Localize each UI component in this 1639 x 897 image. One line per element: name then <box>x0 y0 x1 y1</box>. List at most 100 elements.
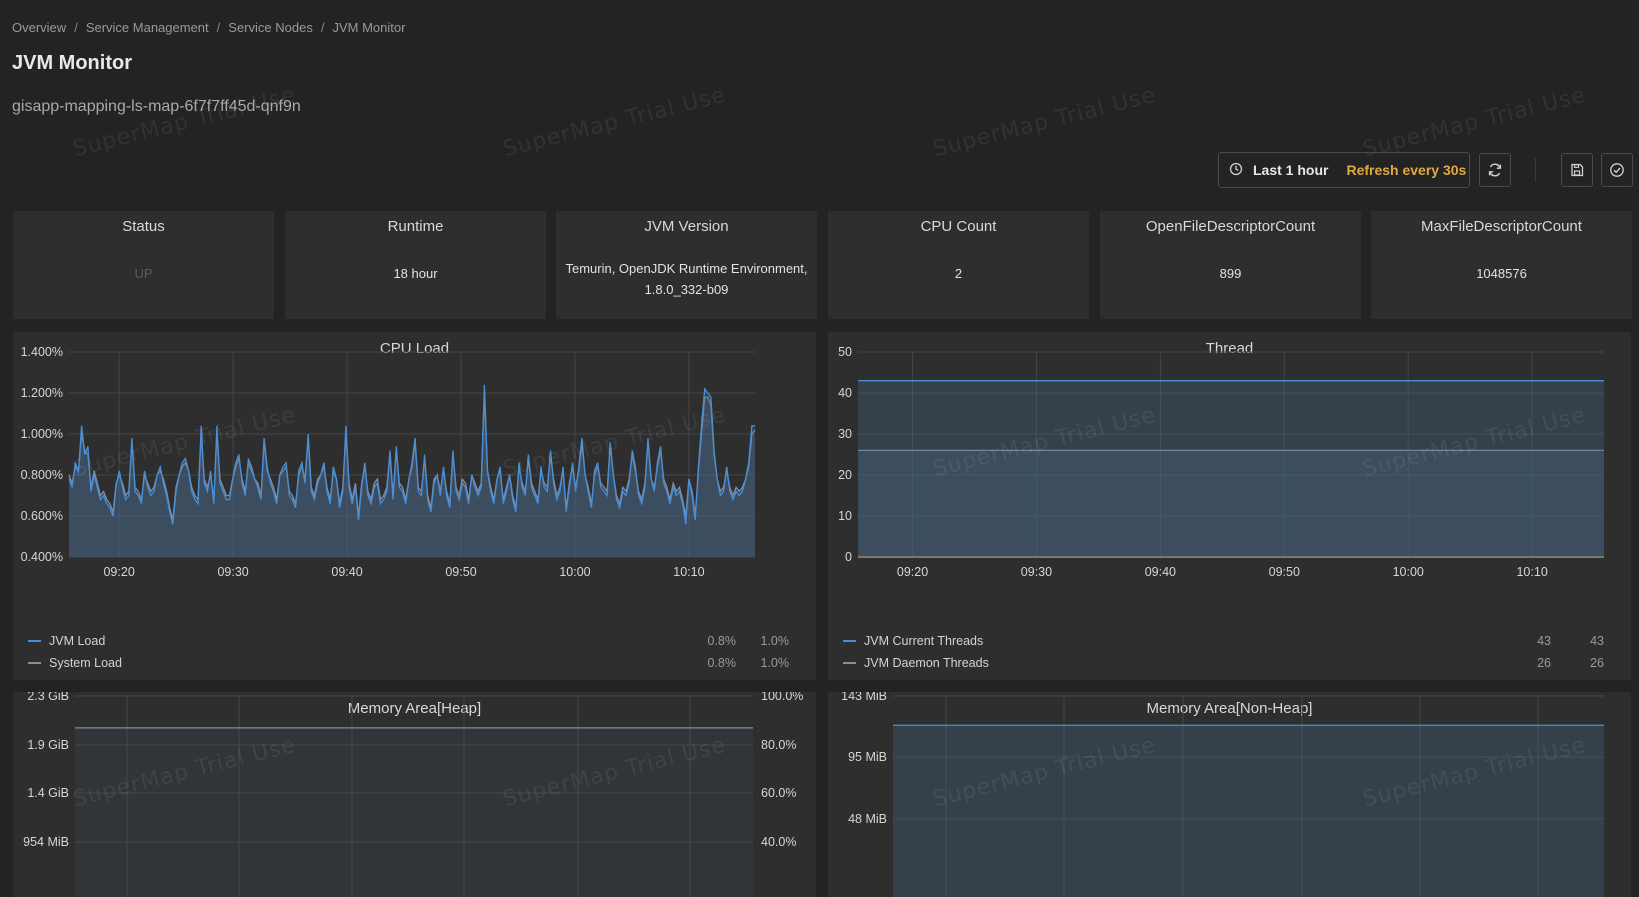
y-tick-label: 954 MiB <box>23 835 69 849</box>
refresh-interval-label: Refresh every 30s <box>1346 162 1467 178</box>
x-tick-label: 09:40 <box>331 565 362 579</box>
y-tick-label: 40 <box>838 386 852 400</box>
memory-heap-chart: 954 MiB 40.0% 1.4 GiB 60.0% 1.9 GiB 80.0% 2.3 … <box>23 692 803 897</box>
breadcrumb-separator: / <box>216 20 221 35</box>
thread-chart: 0 10 20 30 40 50 09:20 09:30 09:40 09:50 10:00 10:1… <box>838 345 1604 579</box>
legend-current: 26 <box>1590 656 1604 670</box>
y-tick-label: 48 MiB <box>848 812 887 826</box>
legend-item-jvm-load[interactable]: JVM Load <box>28 634 105 648</box>
time-range-picker[interactable]: Last 1 hour Refresh every 30s <box>1218 152 1470 188</box>
breadcrumb-service-nodes[interactable]: Service Nodes <box>228 20 313 35</box>
y-tick-label: 1.000% <box>21 427 63 441</box>
cpu-count-value: 2 <box>954 266 963 281</box>
y2-tick-label: 60.0% <box>761 786 796 800</box>
breadcrumb-jvm-monitor: JVM Monitor <box>332 20 406 35</box>
y-tick-label: 20 <box>838 468 852 482</box>
legend-avg: 0.8% <box>707 656 737 670</box>
apply-button[interactable] <box>1601 153 1633 187</box>
x-tick-label: 09:30 <box>217 565 248 579</box>
x-tick-label: 09:20 <box>103 565 134 579</box>
y-tick-label: 0.800% <box>21 468 63 482</box>
toolbar-divider <box>1535 158 1536 182</box>
watermark: SuperMap Trial Use <box>930 82 1159 163</box>
y-tick-label: 1.400% <box>21 345 63 359</box>
save-button[interactable] <box>1561 153 1593 187</box>
y-tick-label: 0.400% <box>21 550 63 564</box>
node-name: gisapp-mapping-ls-map-6f7f7ff45d-qnf9n <box>12 98 301 115</box>
page-title: JVM Monitor <box>12 52 132 74</box>
y-tick-label: 50 <box>838 345 852 359</box>
breadcrumb-separator: / <box>320 20 325 35</box>
thread-panel: Thread 0 10 20 30 40 50 09:20 09:30 09:40 09:50 10… <box>828 332 1631 680</box>
stat-label: CPU Count <box>920 218 997 235</box>
legend-current: 1.0% <box>760 634 790 648</box>
y2-tick-label: 100.0% <box>761 692 803 703</box>
legend-label: JVM Daemon Threads <box>864 656 989 670</box>
breadcrumb-overview[interactable]: Overview <box>12 20 66 35</box>
series-area-jvm-current-threads <box>858 380 1604 557</box>
y-tick-label: 1.9 GiB <box>27 738 69 752</box>
runtime-value: 18 hour <box>393 266 438 281</box>
cpu-load-chart: 0.400% 0.600% 0.800% 1.000% 1.200% 1.400% 09:2… <box>21 345 756 579</box>
y2-tick-label: 40.0% <box>761 835 796 849</box>
y-tick-label: 0.600% <box>21 509 63 523</box>
stat-label: JVM Version <box>644 218 729 235</box>
y-tick-label: 1.4 GiB <box>27 786 69 800</box>
watermark: SuperMap Trial Use <box>500 82 729 163</box>
jvm-version-value: Temurin, OpenJDK Runtime Environment, 1.8… <box>565 261 808 297</box>
legend-item-system-load[interactable]: System Load <box>28 656 122 670</box>
stat-card-open-fd-count: OpenFileDescriptorCount 899 <box>1100 211 1361 319</box>
stat-label: OpenFileDescriptorCount <box>1145 218 1316 235</box>
y-tick-label: 1.200% <box>21 386 63 400</box>
breadcrumb: Overview / Service Management / Service Node… <box>12 20 405 35</box>
open-fd-count-value: 899 <box>1219 266 1242 281</box>
x-tick-label: 10:00 <box>559 565 590 579</box>
breadcrumb-service-management[interactable]: Service Management <box>86 20 209 35</box>
legend-avg: 43 <box>1537 634 1551 648</box>
save-icon <box>1571 163 1584 177</box>
legend-current: 1.0% <box>760 656 790 670</box>
y-tick-label: 95 MiB <box>848 750 887 764</box>
memory-heap-panel: Memory Area[Heap] 954 MiB 40.0% 1.4 GiB 60.… <box>13 692 816 897</box>
stat-card-max-fd-count: MaxFileDescriptorCount 1048576 <box>1371 211 1632 319</box>
stat-label: Status <box>122 218 165 235</box>
stat-card-cpu-count: CPU Count 2 <box>828 211 1089 319</box>
y-tick-label: 30 <box>838 427 852 441</box>
legend-avg: 0.8% <box>707 634 737 648</box>
watermark: SuperMap Trial Use <box>1360 82 1589 163</box>
memory-nonheap-panel: Memory Area[Non-Heap] 48 MiB 95 MiB 143 Mi… <box>828 692 1631 897</box>
stat-label: MaxFileDescriptorCount <box>1421 218 1582 235</box>
check-circle-icon <box>1610 163 1624 177</box>
y2-tick-label: 80.0% <box>761 738 796 752</box>
x-tick-label: 10:00 <box>1393 565 1424 579</box>
series-area-nonheap <box>893 725 1604 897</box>
x-tick-label: 09:30 <box>1021 565 1052 579</box>
breadcrumb-separator: / <box>74 20 78 35</box>
series-area-jvm-load <box>69 384 755 557</box>
y-tick-label: 10 <box>838 509 852 523</box>
x-tick-label: 09:20 <box>897 565 928 579</box>
refresh-button[interactable] <box>1479 153 1511 187</box>
refresh-icon <box>1488 163 1502 177</box>
y-tick-label: 2.3 GiB <box>27 692 69 703</box>
legend-item-jvm-current-threads[interactable]: JVM Current Threads <box>843 634 983 648</box>
legend-item-jvm-daemon-threads[interactable]: JVM Daemon Threads <box>843 656 989 670</box>
time-range-label: Last 1 hour <box>1253 162 1329 178</box>
x-tick-label: 09:50 <box>445 565 476 579</box>
stat-label: Runtime <box>387 218 444 235</box>
watermark: SuperMap Trial Use <box>70 82 299 163</box>
legend-label: System Load <box>49 656 122 670</box>
legend-label: JVM Current Threads <box>864 634 984 648</box>
clock-icon <box>1229 162 1243 179</box>
max-fd-count-value: 1048576 <box>1476 266 1527 281</box>
cpu-load-panel: CPU Load 0.400% 0.600% 0.800% 1.000% 1.200% 1… <box>13 332 816 680</box>
memory-nonheap-chart: 48 MiB 95 MiB 143 MiB <box>841 692 1604 897</box>
stat-card-runtime: Runtime 18 hour <box>285 211 546 319</box>
status-value: UP <box>134 266 153 281</box>
y-tick-label: 143 MiB <box>841 692 887 703</box>
x-tick-label: 10:10 <box>673 565 704 579</box>
legend-avg: 26 <box>1537 656 1551 670</box>
x-tick-label: 09:40 <box>1145 565 1176 579</box>
x-tick-label: 09:50 <box>1269 565 1300 579</box>
y-tick-label: 0 <box>845 550 852 564</box>
